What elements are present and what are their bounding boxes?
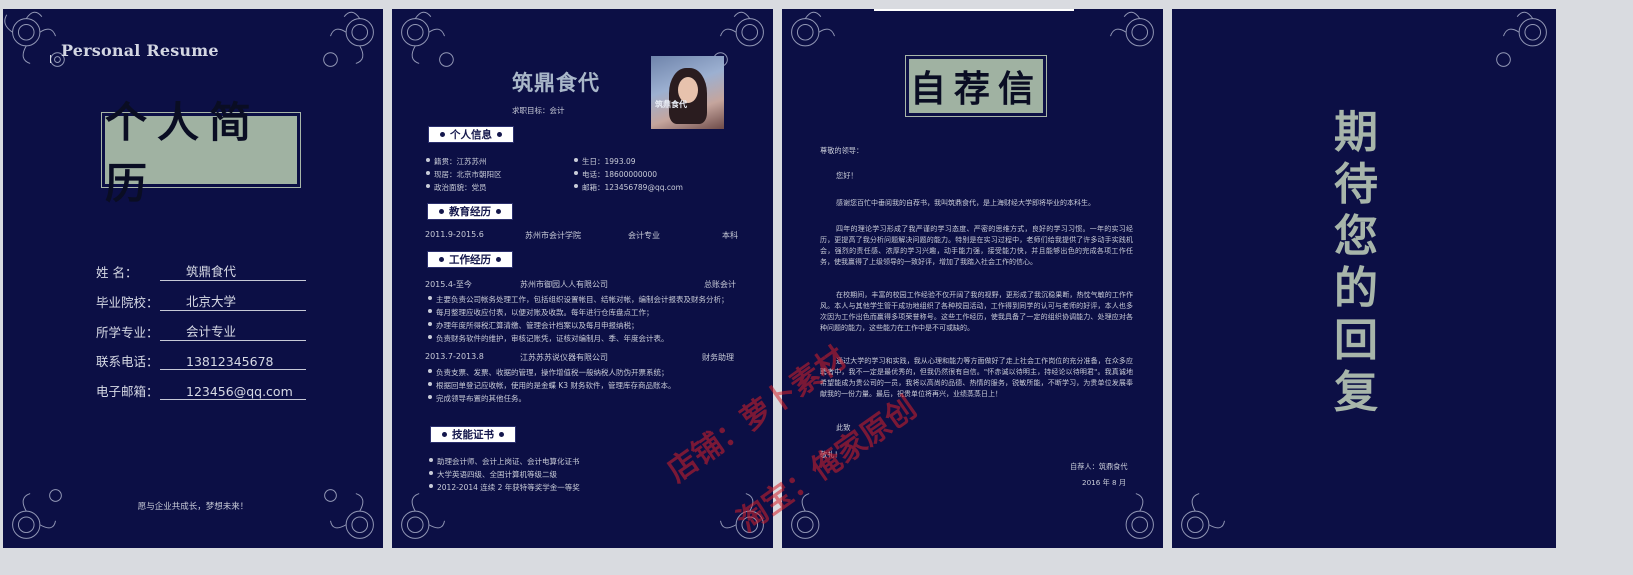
skill-item: 大学英语四级、全国计算机等级二级 [429, 470, 557, 479]
field-row-major: 所学专业： 会计专业 [96, 323, 306, 341]
field-value: 筑鼎食代 [160, 261, 306, 281]
job-role: 总账会计 [704, 280, 736, 289]
floral-ornament-icon [1110, 11, 1154, 47]
field-row-phone: 联系电话： 13812345678 [96, 352, 306, 370]
section-header-work: 工作经历 [427, 251, 513, 268]
floral-ornament-icon [1181, 493, 1225, 539]
edu-period: 2011.9-2015.6 [425, 230, 484, 239]
field-value: 13812345678 [160, 354, 306, 370]
page-cover: Personal Resume 个人简历 姓 名： 筑鼎食代 毕业院校： 北京大… [3, 9, 383, 548]
page-cover-letter: 自荐信 尊敬的领导： 您好！ 感谢您百忙中垂阅我的自荐书，我叫筑鼎食代，是上海财… [782, 9, 1163, 548]
letter-hello: 您好！ [836, 171, 858, 180]
job-period: 2013.7-2013.8 [425, 352, 484, 361]
letter-paragraph: 四年的理论学习形成了我严谨的学习态度、严密的思维方式，良好的学习习惯。一年的实习… [820, 225, 1133, 266]
floral-ornament-icon [791, 493, 820, 539]
section-header-education: 教育经历 [427, 203, 513, 220]
resume-name: 筑鼎食代 [512, 71, 600, 95]
field-label: 电子邮箱： [96, 384, 159, 399]
letter-greeting: 尊敬的领导： [820, 146, 864, 155]
job-duty: 负责支票、发票、收据的管理，操作增值税一般纳税人防伪开票系统； [428, 368, 669, 377]
floral-ornament-icon [324, 489, 374, 539]
edu-major: 会计专业 [628, 231, 660, 240]
field-label: 联系电话： [96, 354, 159, 369]
letter-paragraph: 在校期间，丰富的校园工作经验不仅开阔了我的视野，更形成了我沉稳果断，热忱气敏的工… [820, 291, 1133, 332]
floral-ornament-icon [401, 11, 454, 67]
letter-date: 2016 年 8 月 [1082, 478, 1127, 487]
job-duty: 每月整理应收应付表，以便对账及收款。每年进行仓库盘点工作； [428, 308, 654, 317]
floral-ornament-icon [1496, 11, 1547, 67]
job-duty: 负责财务软件的维护，审核记账凭，证核对编制月、季、年度会计表。 [428, 334, 669, 343]
info-item: 籍贯：江苏苏州 [426, 157, 487, 166]
letter-signature: 自荐人：筑鼎食代 [1070, 462, 1128, 471]
field-row-school: 毕业院校： 北京大学 [96, 293, 306, 311]
job-company: 苏州市御园人人有限公司 [520, 280, 608, 289]
job-period: 2015.4-至今 [425, 280, 472, 289]
field-label: 毕业院校： [96, 295, 159, 310]
floral-ornament-icon [791, 11, 835, 47]
info-item: 邮箱：123456789@qq.com [574, 183, 683, 192]
floral-ornament-icon [720, 493, 764, 539]
field-value: 北京大学 [160, 291, 306, 311]
section-header-skills: 技能证书 [430, 426, 516, 443]
cover-heading: 个人简历 [105, 98, 262, 208]
edu-school: 苏州市会计学院 [525, 231, 581, 240]
job-duty: 根据回单登记应收帐，使用的是金蝶 K3 财务软件，管理库存商品账本。 [427, 381, 676, 390]
field-value: 123456@qq.com [160, 384, 306, 400]
job-duty: 完成领导布置的其他任务。 [428, 394, 526, 403]
text-cursor [50, 55, 51, 63]
edu-degree: 本科 [722, 231, 738, 240]
job-duty: 主要负责公司帐务处理工作，包括组织设置帐目、结帐对帐，编制会计报表及财务分析； [428, 295, 729, 304]
letter-salute: 敬礼！ [820, 450, 842, 459]
cover-english-title: Personal Resume [50, 41, 219, 63]
floral-ornament-icon [323, 11, 374, 67]
field-label: 姓 名： [96, 265, 138, 280]
cover-heading-box: 个人简历 [101, 98, 301, 208]
photo-caption: 筑鼎食代 [655, 100, 687, 109]
closing-vertical-text: 期待您的回复 [1334, 107, 1378, 418]
letter-paragraph: 通过大学的学习和实践，我从心理和能力等方面做好了走上社会工作岗位的充分准备，在众… [820, 357, 1133, 398]
page-resume: 筑鼎食代 求职目标：会计 筑鼎食代 个人信息 籍贯：江苏苏州 现居：北京市朝阳区… [392, 9, 773, 548]
field-value: 会计专业 [160, 321, 306, 341]
letter-heading-box: 自荐信 [905, 55, 1047, 117]
letter-closing: 此致 [836, 423, 851, 432]
job-duty: 办理年度所得税汇算清缴、管理会计档案以及每月申报纳税； [428, 321, 639, 330]
field-label: 所学专业： [96, 325, 159, 340]
profile-photo: 筑鼎食代 [651, 56, 724, 129]
skill-item: 助理会计师、会计上岗证、会计电算化证书 [429, 457, 580, 466]
job-company: 江苏苏苏说仪器有限公司 [520, 353, 608, 362]
section-header-info: 个人信息 [428, 126, 514, 143]
field-row-name: 姓 名： 筑鼎食代 [96, 263, 306, 281]
info-item: 生日：1993.09 [574, 157, 636, 166]
info-item: 现居：北京市朝阳区 [426, 170, 502, 179]
field-row-email: 电子邮箱： 123456@qq.com [96, 382, 306, 400]
info-item: 政治面貌：党员 [426, 183, 487, 192]
info-item: 电话：18600000000 [574, 170, 657, 179]
cover-footer: 愿与企业共成长，梦想未来！ [137, 502, 249, 512]
floral-ornament-icon [12, 489, 62, 539]
page-closing: 期待您的回复 [1172, 9, 1556, 548]
top-bar [874, 9, 1074, 11]
skill-item: 2012-2014 连续 2 年获特等奖学金一等奖 [429, 483, 580, 492]
letter-paragraph: 感谢您百忙中垂阅我的自荐书，我叫筑鼎食代，是上海财经大学即将毕业的本科生。 [836, 199, 1095, 207]
job-target: 求职目标：会计 [512, 106, 565, 115]
job-role: 财务助理 [702, 353, 734, 362]
letter-heading: 自荐信 [909, 68, 1042, 110]
